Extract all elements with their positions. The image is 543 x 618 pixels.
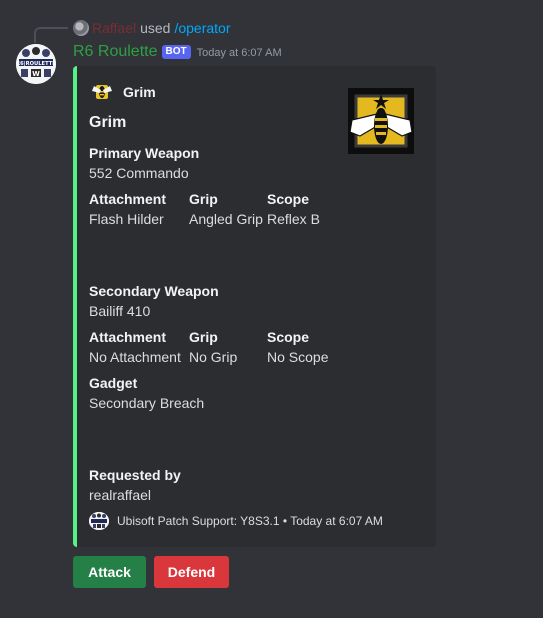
- embed-footer-text: Ubisoft Patch Support: Y8S3.1 • Today at…: [117, 514, 383, 528]
- attack-button[interactable]: Attack: [73, 556, 146, 588]
- embed-title: Grim: [89, 114, 127, 131]
- r6-roulette-logo-icon: R6|ROULETTE W: [16, 44, 56, 84]
- message-header: R6 Roulette BOT Today at 6:07 AM: [73, 42, 282, 62]
- primary-weapon-value: 552 Commando: [89, 165, 189, 181]
- secondary-attachment-label: Attachment: [89, 329, 167, 345]
- embed-author-name: Grim: [123, 84, 156, 100]
- requested-by-label: Requested by: [89, 467, 181, 483]
- gadget-value: Secondary Breach: [89, 395, 205, 411]
- embed-footer: Ubisoft Patch Support: Y8S3.1 • Today at…: [89, 512, 383, 530]
- reply-context: Raffael used/operator: [92, 20, 231, 37]
- secondary-weapon-value: Bailiff 410: [89, 303, 151, 319]
- operator-embed: Grim Grim Primary Weapon 552 Commando At…: [73, 66, 436, 547]
- secondary-grip-label: Grip: [189, 329, 218, 345]
- secondary-scope-value: No Scope: [267, 349, 329, 365]
- bot-badge: BOT: [161, 45, 191, 59]
- defend-button[interactable]: Defend: [154, 556, 229, 588]
- primary-weapon-label: Primary Weapon: [89, 145, 200, 161]
- secondary-scope-label: Scope: [267, 329, 310, 345]
- primary-scope-value: Reflex B: [267, 211, 320, 227]
- requested-by-value: realraffael: [89, 487, 152, 503]
- reply-used-text: used: [140, 20, 171, 36]
- message-timestamp[interactable]: Today at 6:07 AM: [197, 47, 282, 59]
- grim-bee-icon: [92, 85, 112, 99]
- secondary-attachment-value: No Attachment: [89, 349, 181, 365]
- primary-attachment-label: Attachment: [89, 191, 167, 207]
- primary-attachment-value: Flash Hilder: [89, 211, 164, 227]
- embed-thumbnail[interactable]: [348, 88, 414, 154]
- grim-operator-icon: [348, 88, 414, 154]
- bot-username[interactable]: R6 Roulette: [73, 43, 158, 60]
- svg-text:R6|ROULETTE: R6|ROULETTE: [16, 61, 56, 67]
- svg-text:W: W: [32, 70, 40, 78]
- primary-scope-label: Scope: [267, 191, 310, 207]
- reply-user-avatar[interactable]: [73, 20, 89, 36]
- secondary-grip-value: No Grip: [189, 349, 238, 365]
- embed-author: Grim: [91, 82, 156, 102]
- footer-r6-roulette-icon: [89, 512, 109, 530]
- reply-username[interactable]: Raffael: [92, 20, 136, 36]
- secondary-weapon-label: Secondary Weapon: [89, 283, 219, 299]
- reply-connector: [34, 27, 68, 43]
- primary-grip-value: Angled Grip: [189, 211, 263, 227]
- primary-grip-label: Grip: [189, 191, 218, 207]
- gadget-label: Gadget: [89, 375, 138, 391]
- bot-avatar[interactable]: R6|ROULETTE W: [16, 44, 56, 84]
- reply-command[interactable]: /operator: [174, 20, 230, 36]
